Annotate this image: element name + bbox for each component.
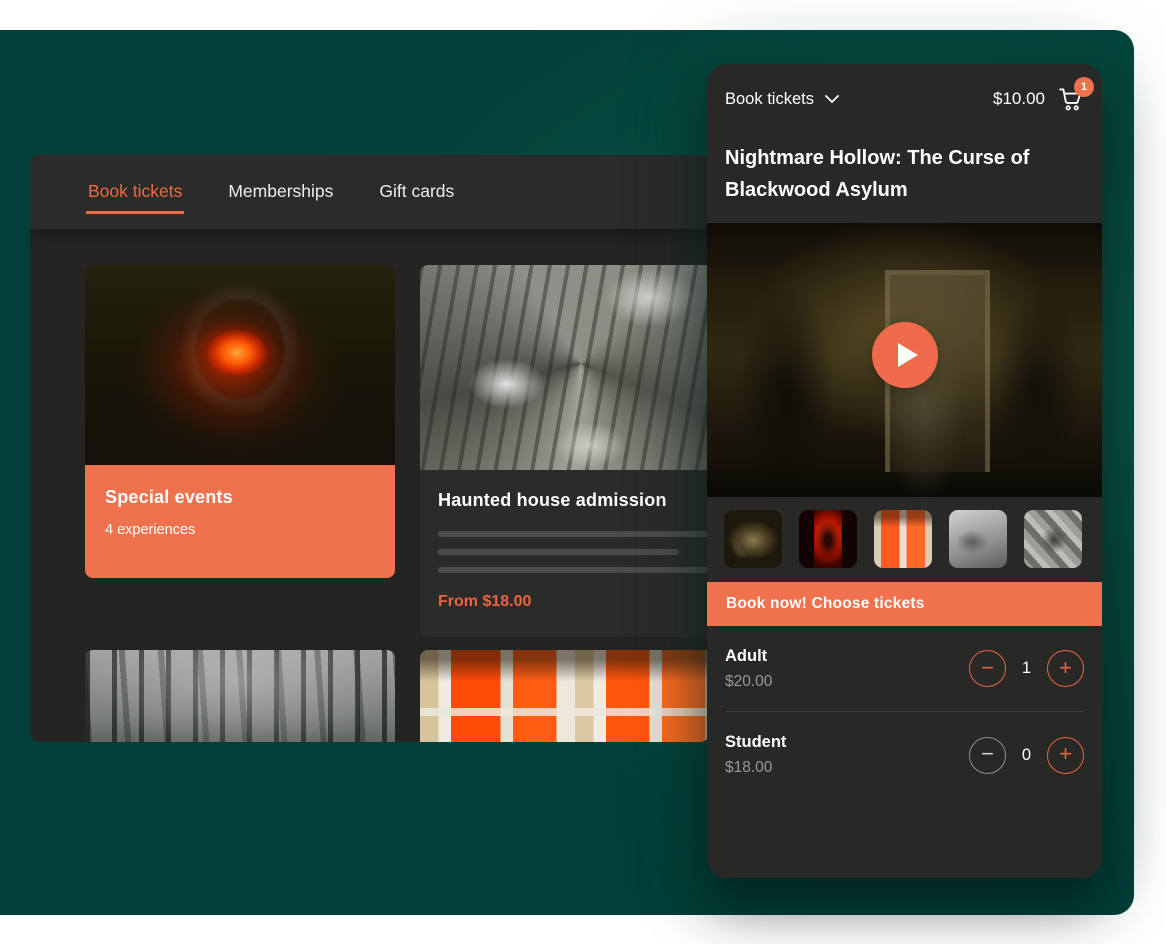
thumbnail-zombies[interactable] xyxy=(724,510,782,568)
price-from-label: From $18.00 xyxy=(438,593,710,611)
ticket-price-label: $20.00 xyxy=(725,673,772,691)
adult-quantity-stepper: − 1 + xyxy=(969,650,1084,687)
card-forest[interactable] xyxy=(85,650,395,742)
burning-window-image xyxy=(420,650,710,742)
skeleton-line xyxy=(438,567,710,573)
play-icon xyxy=(898,343,918,367)
card-title: Special events xyxy=(105,487,375,508)
card-title: Haunted house admission xyxy=(438,490,710,511)
cart-summary: $10.00 1 xyxy=(993,86,1084,112)
plus-icon: + xyxy=(1059,743,1072,765)
adult-count: 1 xyxy=(1020,659,1033,678)
widget-header-title: Book tickets xyxy=(725,90,814,109)
event-title: Nightmare Hollow: The Curse of Blackwood… xyxy=(707,134,1077,206)
gallery-thumbnails xyxy=(707,497,1102,582)
abandoned-staircase-image xyxy=(420,265,710,470)
thumbnail-red-doorway[interactable] xyxy=(799,510,857,568)
book-tickets-dropdown[interactable]: Book tickets xyxy=(725,90,839,109)
thumbnail-red-windows[interactable] xyxy=(874,510,932,568)
ticket-type-label: Adult xyxy=(725,647,772,666)
student-count: 0 xyxy=(1020,746,1033,765)
adult-minus-button[interactable]: − xyxy=(969,650,1006,687)
minus-icon: − xyxy=(981,657,994,679)
pumpkin-figure-image xyxy=(85,265,395,465)
cart-button[interactable]: 1 xyxy=(1058,86,1084,112)
tab-gift-cards[interactable]: Gift cards xyxy=(377,171,456,214)
cart-total: $10.00 xyxy=(993,89,1045,109)
tab-bar: Book tickets Memberships Gift cards xyxy=(30,155,710,229)
chevron-down-icon xyxy=(825,95,839,104)
thumbnail-staircase[interactable] xyxy=(1024,510,1082,568)
adult-plus-button[interactable]: + xyxy=(1047,650,1084,687)
ticket-info: Adult $20.00 xyxy=(725,647,772,691)
play-button[interactable] xyxy=(872,322,938,388)
ticket-row-student: Student $18.00 − 0 + xyxy=(725,712,1084,798)
ticket-price-label: $18.00 xyxy=(725,759,786,777)
ticket-row-adult: Adult $20.00 − 1 + xyxy=(725,626,1084,712)
cart-count-badge: 1 xyxy=(1074,77,1094,97)
storefront-panel: Book tickets Memberships Gift cards Spec… xyxy=(30,155,710,742)
card-haunted-house[interactable]: Haunted house admission From $18.00 xyxy=(420,265,710,637)
student-quantity-stepper: − 0 + xyxy=(969,737,1084,774)
booking-widget: Book tickets $10.00 1 Nightmare Hollow: … xyxy=(707,64,1102,878)
card-special-events[interactable]: Special events 4 experiences xyxy=(85,265,395,578)
skeleton-line xyxy=(438,549,679,555)
minus-icon: − xyxy=(981,743,994,765)
tab-book-tickets[interactable]: Book tickets xyxy=(86,171,184,214)
foggy-forest-image xyxy=(85,650,395,742)
card-haunted-house-body: Haunted house admission From $18.00 xyxy=(420,470,710,637)
card-special-events-body: Special events 4 experiences xyxy=(85,465,395,578)
tab-memberships[interactable]: Memberships xyxy=(226,171,335,214)
student-plus-button[interactable]: + xyxy=(1047,737,1084,774)
card-burning-window[interactable] xyxy=(420,650,710,742)
thumbnail-room-overhead[interactable] xyxy=(949,510,1007,568)
ticket-type-label: Student xyxy=(725,733,786,752)
widget-header: Book tickets $10.00 1 xyxy=(707,64,1102,134)
card-subtitle: 4 experiences xyxy=(105,522,375,538)
plus-icon: + xyxy=(1059,657,1072,679)
book-now-banner: Book now! Choose tickets xyxy=(707,582,1102,626)
event-video xyxy=(707,223,1102,497)
ticket-info: Student $18.00 xyxy=(725,733,786,777)
student-minus-button[interactable]: − xyxy=(969,737,1006,774)
skeleton-line xyxy=(438,531,710,537)
